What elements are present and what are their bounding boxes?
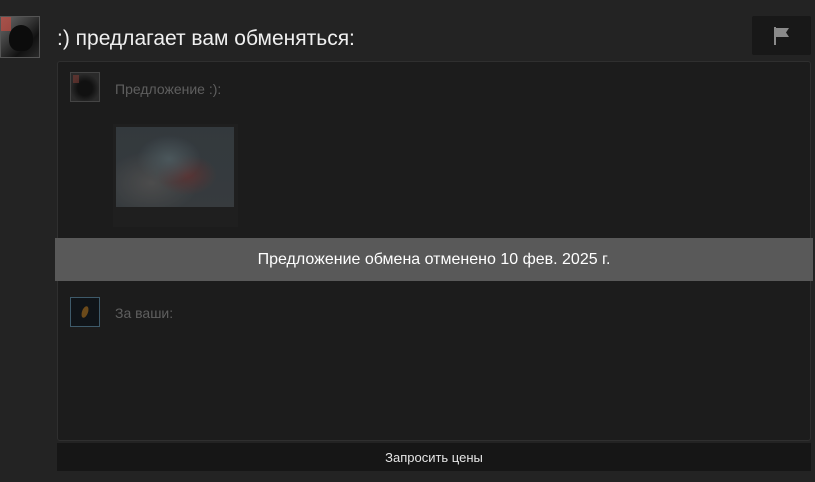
flag-icon bbox=[773, 26, 789, 45]
for-yours-section-label: За ваши: bbox=[115, 305, 174, 321]
trade-offer-title: :) предлагает вам обменяться: bbox=[57, 27, 355, 50]
partner-avatar[interactable] bbox=[0, 16, 40, 58]
status-banner: Предложение обмена отменено 10 фев. 2025… bbox=[55, 238, 813, 281]
request-prices-button[interactable]: Запросить цены bbox=[57, 443, 811, 471]
my-avatar-small[interactable] bbox=[70, 297, 100, 327]
report-button[interactable] bbox=[752, 16, 811, 55]
item-image bbox=[116, 127, 234, 207]
offer-section-label: Предложение :): bbox=[115, 81, 222, 97]
partner-avatar-small[interactable] bbox=[70, 72, 100, 102]
offered-item[interactable] bbox=[113, 124, 238, 227]
